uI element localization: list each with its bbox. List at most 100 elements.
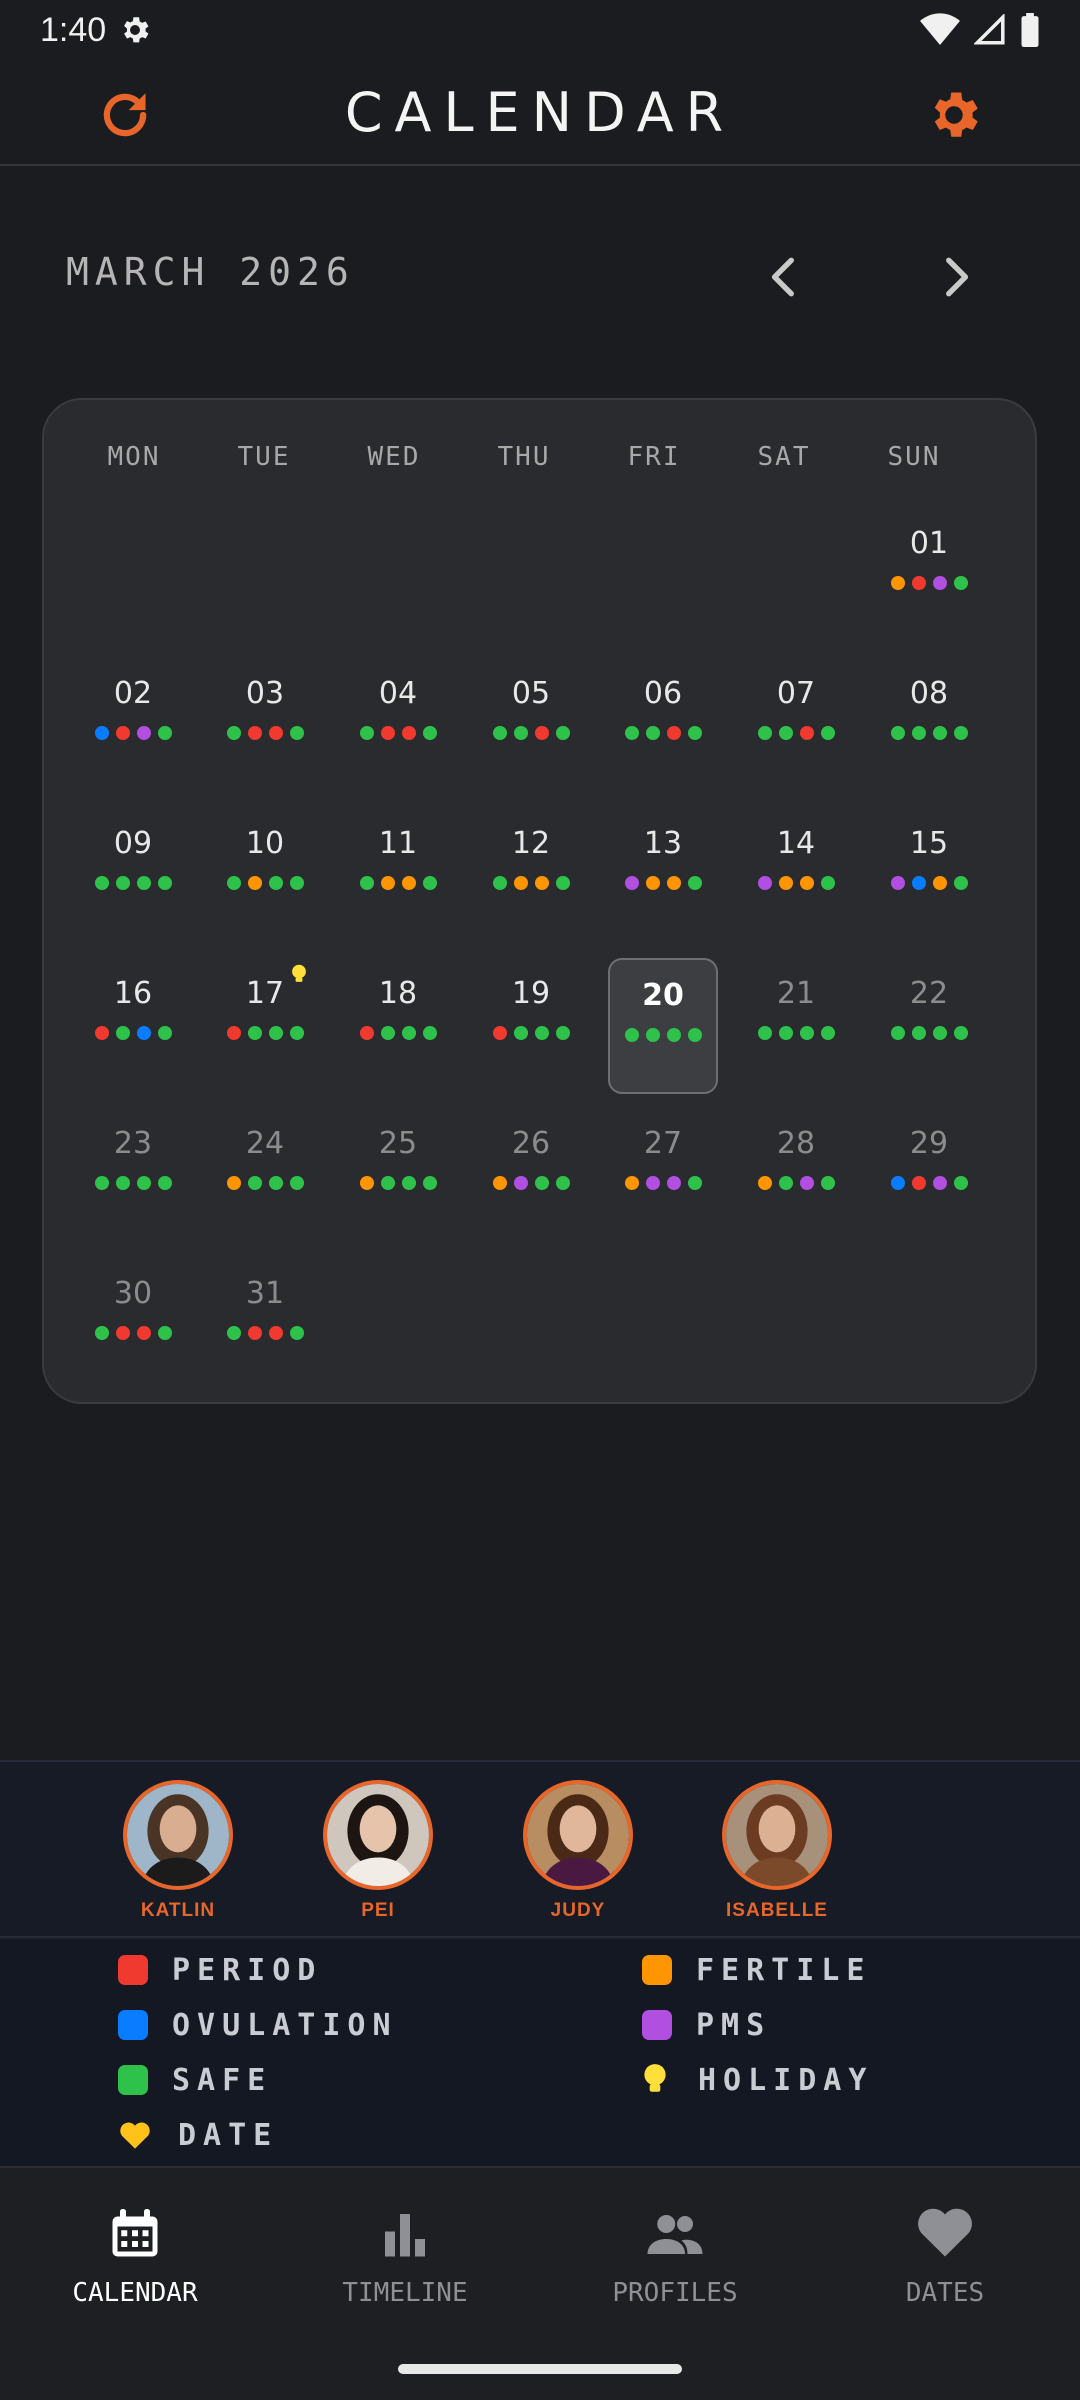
day-cell[interactable]: 01 [874,508,984,644]
pms-dot [645,1176,660,1190]
pms-dot [932,576,947,590]
home-indicator[interactable] [398,2364,682,2374]
avatar [123,1780,233,1890]
day-cell[interactable]: 23 [78,1108,188,1244]
safe-dot [268,1176,283,1190]
day-cell[interactable]: 08 [874,658,984,794]
nav-calendar[interactable]: CALENDAR [0,2204,270,2314]
day-cell[interactable]: 29 [874,1108,984,1244]
safe-dot [555,1026,570,1040]
profile-name: JUDY [550,1900,606,1921]
safe-dot [115,876,130,890]
period-dot [799,726,814,740]
fertile-dot [645,876,660,890]
day-number: 30 [113,1276,153,1311]
day-cell[interactable]: 19 [476,958,586,1094]
pms-dot [890,876,905,890]
day-cell-today[interactable]: 20 [608,958,718,1094]
day-cell[interactable]: 03 [210,658,320,794]
day-cell[interactable]: 24 [210,1108,320,1244]
day-number: 08 [909,676,949,711]
safe-dot [799,1026,814,1040]
status-dots [874,876,984,890]
day-cell[interactable]: 27 [608,1108,718,1244]
nav-dates[interactable]: DATES [810,2204,1080,2314]
day-cell[interactable]: 09 [78,808,188,944]
ovulation-dot [136,1026,151,1040]
avatar [323,1780,433,1890]
weekday-thu: THU [497,442,551,472]
day-cell[interactable]: 18 [343,958,453,1094]
day-number: 26 [511,1126,551,1161]
day-cell[interactable]: 02 [78,658,188,794]
nav-timeline[interactable]: TIMELINE [270,2204,540,2314]
calendar-grid: MON TUE WED THU FRI SAT SUN 01 02 03 04 05 06 07 08 09… [42,398,1037,1404]
safe-dot [115,1176,130,1190]
day-cell[interactable]: 25 [343,1108,453,1244]
day-cell[interactable]: 05 [476,658,586,794]
safe-dot [401,1026,416,1040]
day-cell[interactable]: 28 [741,1108,851,1244]
legend: PERIOD FERTILE OVULATION PMS SAFE HOLIDAY DATE [0,1940,1080,2166]
day-cell[interactable]: 13 [608,808,718,944]
settings-icon[interactable] [924,85,984,145]
safe-dot [534,1026,549,1040]
safe-dot [268,1026,283,1040]
nav-profiles[interactable]: PROFILES [540,2204,810,2314]
cellular-signal-icon [974,14,1005,45]
day-cell[interactable]: 14 [741,808,851,944]
day-cell[interactable]: 11 [343,808,453,944]
profile-katlin[interactable]: KATLIN [93,1780,263,1930]
day-number: 23 [113,1126,153,1161]
status-time: 1:40 [40,10,107,49]
day-cell[interactable]: 12 [476,808,586,944]
day-cell[interactable]: 17 [210,958,320,1094]
day-number: 14 [776,826,816,861]
safe-dot [492,876,507,890]
day-cell[interactable]: 06 [608,658,718,794]
weekday-mon: MON [107,442,161,472]
avatar-portrait-icon [726,1784,828,1886]
status-dots [210,726,320,740]
next-month-chevron-icon[interactable] [930,252,980,302]
day-cell[interactable]: 07 [741,658,851,794]
safe-dot [422,876,437,890]
day-cell[interactable]: 30 [78,1258,188,1394]
profile-isabelle[interactable]: ISABELLE [692,1780,862,1930]
bar-chart-icon [385,2214,425,2257]
status-dots [874,1176,984,1190]
fertile-dot [890,576,905,590]
period-dot [911,576,926,590]
profile-pei[interactable]: PEI [293,1780,463,1930]
profile-judy[interactable]: JUDY [493,1780,663,1930]
day-number: 28 [776,1126,816,1161]
safe-dot [624,726,639,740]
refresh-icon[interactable] [96,86,154,144]
day-cell[interactable]: 26 [476,1108,586,1244]
safe-dot [513,1026,528,1040]
day-cell[interactable]: 15 [874,808,984,944]
status-bar: 1:40 [0,0,1080,60]
period-dot [94,1026,109,1040]
day-cell[interactable]: 22 [874,958,984,1094]
safe-dot [380,1176,395,1190]
day-cell[interactable]: 04 [343,658,453,794]
weekday-fri: FRI [627,442,681,472]
status-dots [874,576,984,590]
safe-dot [534,1176,549,1190]
previous-month-chevron-icon[interactable] [760,252,810,302]
safe-dot [136,1176,151,1190]
safe-dot [401,1176,416,1190]
day-number: 12 [511,826,551,861]
day-cell[interactable]: 31 [210,1258,320,1394]
safe-dot [136,876,151,890]
safe-dot [687,876,702,890]
safe-dot [422,726,437,740]
day-cell[interactable]: 21 [741,958,851,1094]
pms-dot [624,876,639,890]
day-cell[interactable]: 16 [78,958,188,1094]
period-dot [247,1326,262,1340]
day-number: 10 [245,826,285,861]
day-cell[interactable]: 10 [210,808,320,944]
status-dots [210,1026,320,1040]
